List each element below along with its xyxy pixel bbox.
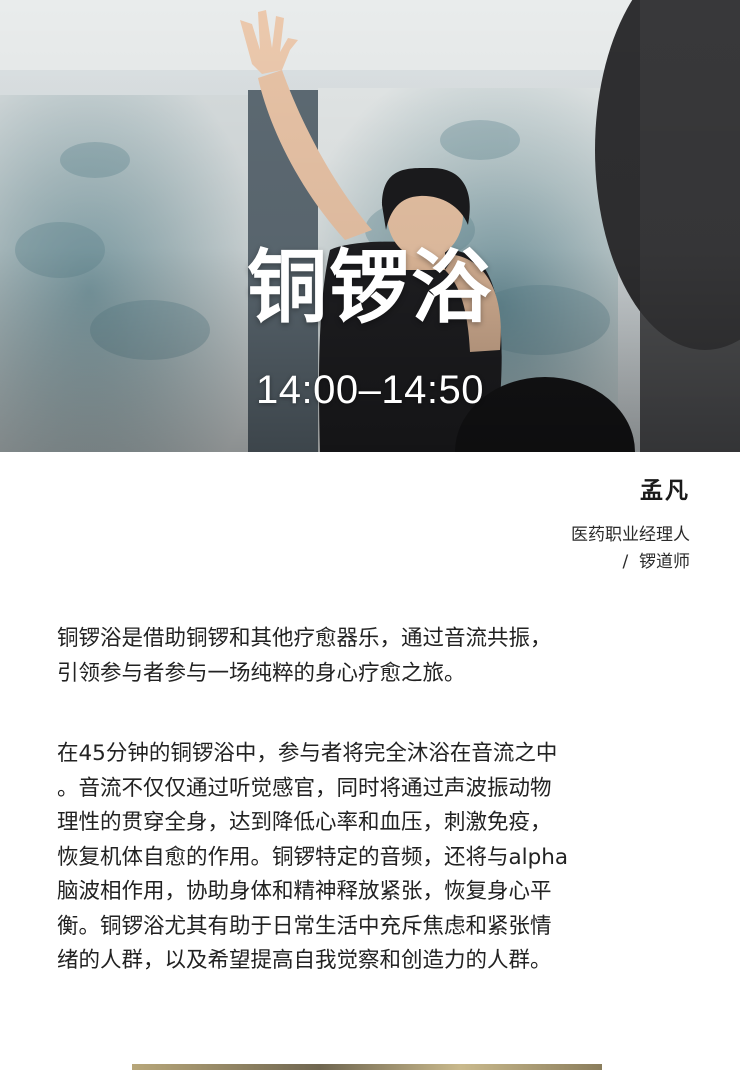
presenter-role-line: 医药职业经理人 [571,524,690,545]
next-photo-edge [132,1064,602,1070]
session-time: 14:00–14:50 [256,368,484,412]
description: 铜锣浴是借助铜锣和其他疗愈器乐，通过音流共振， 引领参与者参与一场纯粹的身心疗愈… [57,622,697,1025]
presenter-role: 医药职业经理人 / 锣道师 [571,522,690,576]
paragraph: 铜锣浴是借助铜锣和其他疗愈器乐，通过音流共振， 引领参与者参与一场纯粹的身心疗愈… [57,622,697,691]
text-line: 在45分钟的铜锣浴中，参与者将完全沐浴在音流之中 [57,741,558,766]
text-line: 恢复机体自愈的作用。铜锣特定的音频，还将与alpha [57,844,569,870]
text-line: 。音流不仅仅通过听觉感官，同时将通过声波振动物 [57,775,552,801]
text-line: 理性的贯穿全身，达到降低心率和血压，刺激免疫， [57,810,552,835]
presenter-name: 孟凡 [640,478,690,504]
text-line: 铜锣浴是借助铜锣和其他疗愈器乐，通过音流共振， [57,626,552,651]
hero-photo: 铜锣浴 14:00–14:50 [0,0,740,452]
text-line: 绪的人群，以及希望提高自我觉察和创造力的人群。 [57,948,552,973]
presenter-info: 孟凡 医药职业经理人 / 锣道师 [571,478,690,576]
text-line: 引领参与者参与一场纯粹的身心疗愈之旅。 [57,660,466,686]
page-title: 铜锣浴 [247,241,493,334]
text-line: 衡。铜锣浴尤其有助于日常生活中充斥焦虑和紧张情 [57,913,552,939]
paragraph: 在45分钟的铜锣浴中，参与者将完全沐浴在音流之中 。音流不仅仅通过听觉感官，同时… [57,737,697,979]
presenter-role-line: / 锣道师 [622,551,690,572]
text-line: 脑波相作用，协助身体和精神释放紧张，恢复身心平 [57,879,552,904]
